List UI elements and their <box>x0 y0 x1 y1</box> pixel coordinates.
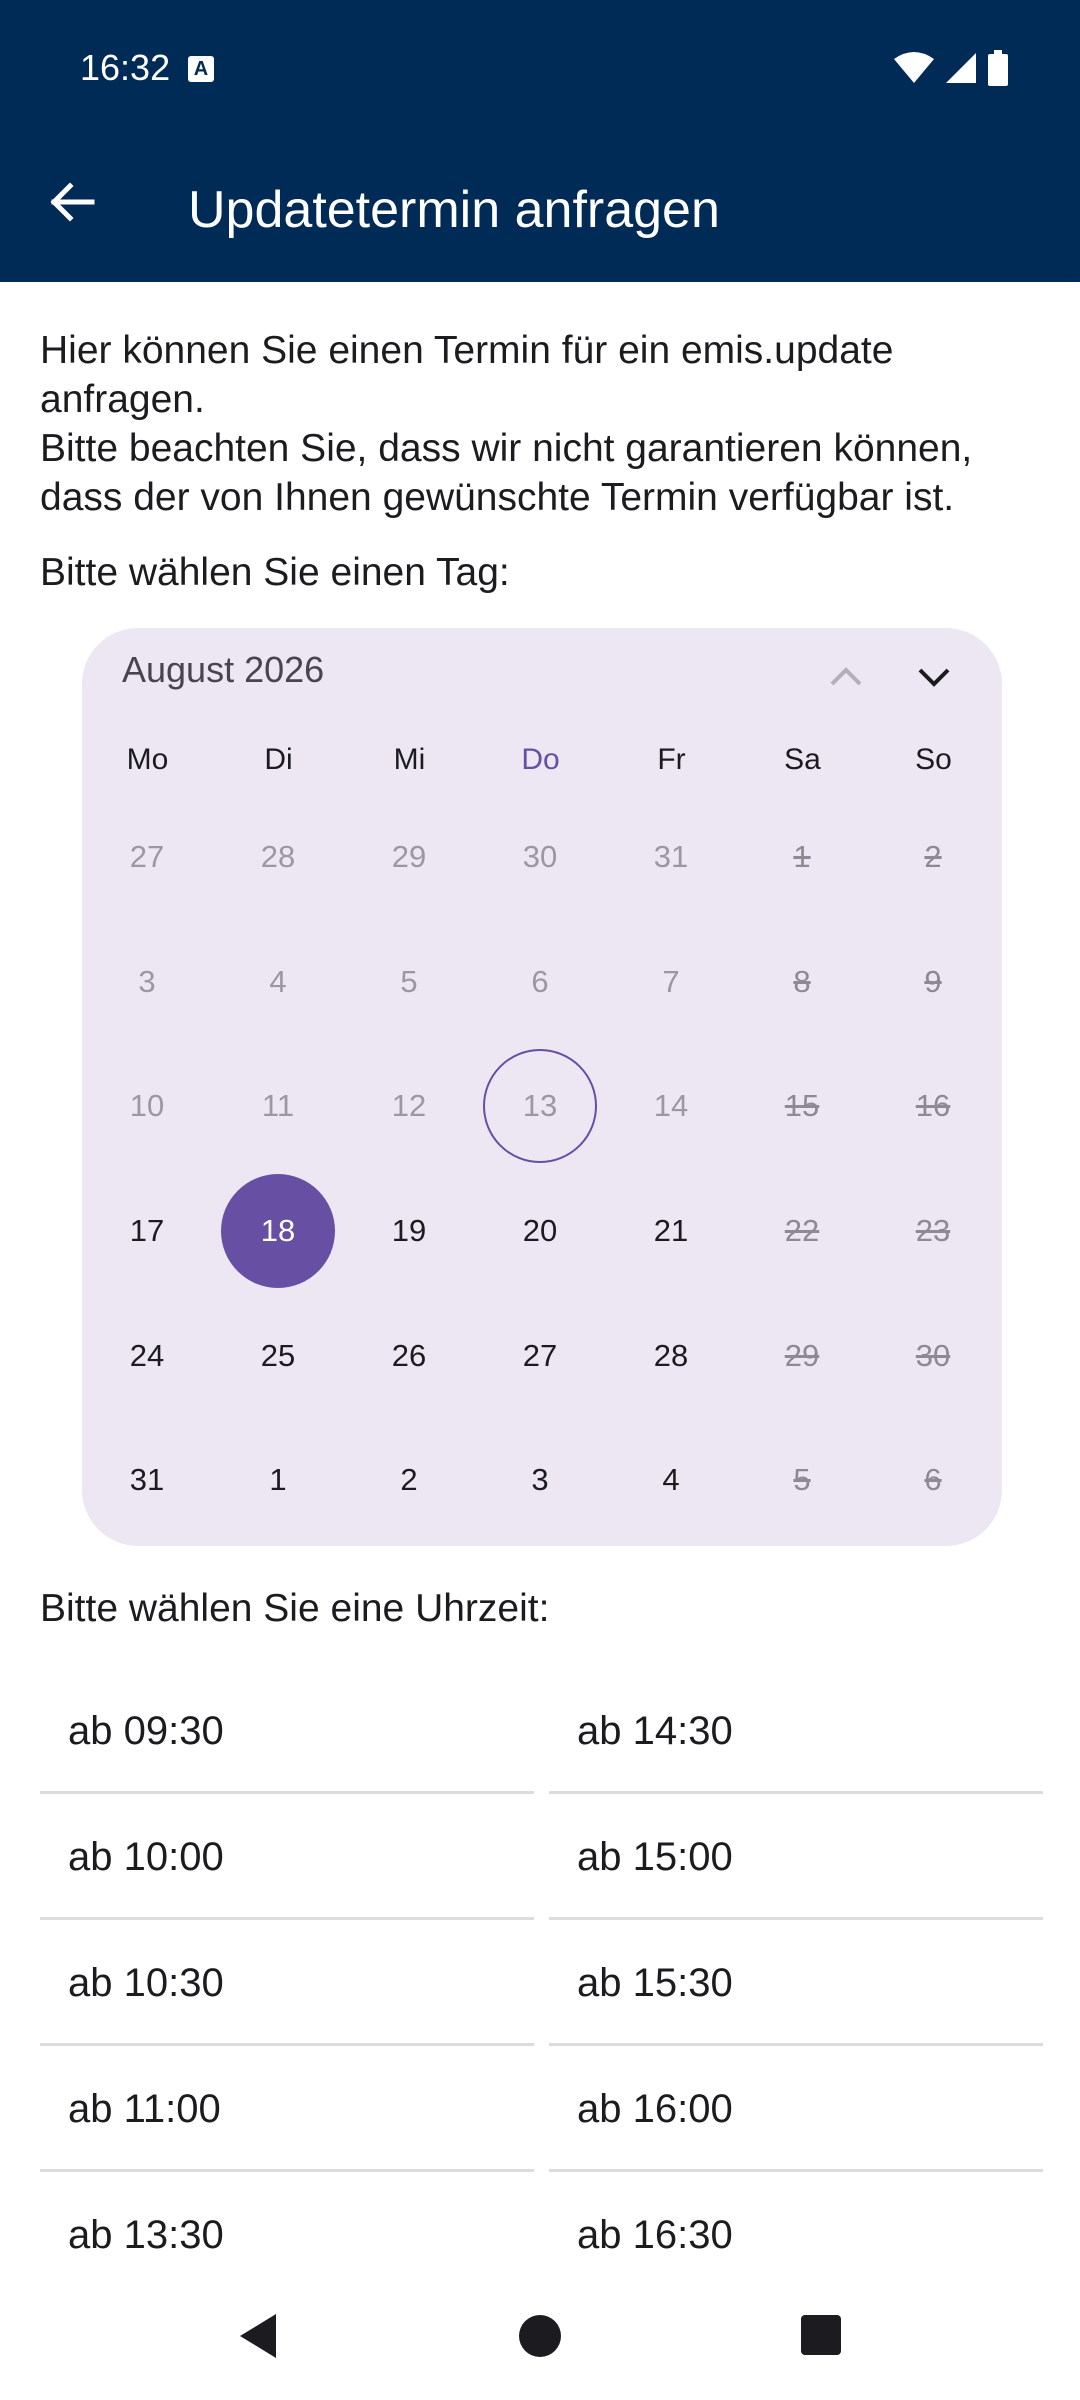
date-picker-calendar: August 2026 Mo Di Mi Do Fr Sa So 27 28 29 30 31 1 2 3 4… <box>82 628 1002 1546</box>
calendar-day[interactable]: 26 <box>352 1299 466 1413</box>
calendar-day: 1 <box>793 839 811 874</box>
calendar-day[interactable]: 24 <box>90 1299 204 1413</box>
calendar-day: 5 <box>793 1462 811 1497</box>
calendar-day: 12 <box>391 1088 427 1123</box>
weekday-label: Sa <box>784 743 821 776</box>
calendar-day: 23 <box>915 1213 951 1248</box>
time-slot-option[interactable]: ab 14:30 <box>549 1668 1043 1794</box>
calendar-day[interactable]: 4 <box>614 1423 728 1537</box>
calendar-day: 30 <box>522 839 558 874</box>
month-label: August 2026 <box>122 649 325 690</box>
time-slot-option[interactable]: ab 16:00 <box>549 2046 1043 2172</box>
calendar-day: 29 <box>784 1338 820 1373</box>
time-slot-option[interactable]: ab 11:00 <box>40 2046 534 2172</box>
calendar-day-selected[interactable]: 18 <box>221 1174 335 1288</box>
nav-home-icon[interactable] <box>518 2314 562 2358</box>
calendar-day: 3 <box>138 964 156 999</box>
weekday-label: Do <box>521 743 560 776</box>
battery-icon <box>988 50 1008 86</box>
calendar-day: 7 <box>662 964 680 999</box>
time-prompt: Bitte wählen Sie eine Uhrzeit: <box>40 1587 550 1630</box>
system-nav-bar <box>0 2276 1080 2400</box>
time-slot-option[interactable]: ab 15:00 <box>549 1794 1043 1920</box>
chevron-down-icon[interactable] <box>906 648 962 704</box>
calendar-day: 22 <box>784 1213 820 1248</box>
calendar-day: 29 <box>391 839 427 874</box>
calendar-day: 9 <box>924 964 942 999</box>
calendar-day[interactable]: 2 <box>352 1423 466 1537</box>
calendar-day[interactable]: 31 <box>90 1423 204 1537</box>
nav-recents-icon[interactable] <box>800 2314 842 2356</box>
time-slot-option[interactable]: ab 09:30 <box>40 1668 534 1794</box>
weekday-label: Mo <box>126 743 169 776</box>
calendar-day: 15 <box>784 1088 820 1123</box>
status-time: 16:32 <box>80 47 171 88</box>
back-arrow-icon[interactable] <box>44 174 100 230</box>
calendar-day[interactable]: 17 <box>90 1174 204 1288</box>
calendar-day: 14 <box>653 1088 689 1123</box>
calendar-day: 16 <box>915 1088 951 1123</box>
calendar-day[interactable]: 28 <box>614 1299 728 1413</box>
time-slot-option[interactable]: ab 10:00 <box>40 1794 534 1920</box>
calendar-day: 8 <box>793 964 811 999</box>
calendar-day[interactable]: 19 <box>352 1174 466 1288</box>
page-title: Updatetermin anfragen <box>188 181 720 239</box>
calendar-day[interactable]: 1 <box>221 1423 335 1537</box>
status-icons <box>894 50 1008 86</box>
calendar-day[interactable]: 21 <box>614 1174 728 1288</box>
calendar-day: 10 <box>129 1088 165 1123</box>
calendar-day: 6 <box>924 1462 942 1497</box>
wifi-icon <box>894 52 934 83</box>
weekday-label: Di <box>264 743 293 776</box>
calendar-day: 2 <box>924 839 942 874</box>
weekday-label: Fr <box>657 743 686 776</box>
calendar-day: 4 <box>269 964 287 999</box>
calendar-day: 5 <box>400 964 418 999</box>
calendar-day[interactable]: 25 <box>221 1299 335 1413</box>
calendar-day: 13 <box>483 1049 597 1163</box>
notification-a-icon: A <box>188 56 214 82</box>
calendar-day: 31 <box>653 839 689 874</box>
intro-text: Hier können Sie einen Termin für ein emi… <box>40 329 973 519</box>
calendar-day: 28 <box>260 839 296 874</box>
nav-back-icon[interactable] <box>236 2312 280 2360</box>
calendar-day: 11 <box>261 1088 295 1123</box>
signal-icon <box>946 53 976 83</box>
calendar-day: 27 <box>129 839 165 874</box>
time-slot-option[interactable]: ab 15:30 <box>549 1920 1043 2046</box>
app-header: 16:32 A Updatetermin anfragen <box>0 0 1080 282</box>
calendar-day[interactable]: 3 <box>483 1423 597 1537</box>
weekday-label: So <box>915 743 952 776</box>
day-prompt: Bitte wählen Sie einen Tag: <box>40 551 510 594</box>
calendar-day[interactable]: 20 <box>483 1174 597 1288</box>
calendar-day: 6 <box>531 964 549 999</box>
calendar-day: 30 <box>915 1338 951 1373</box>
chevron-up-icon[interactable] <box>818 648 874 704</box>
time-slot-option[interactable]: ab 10:30 <box>40 1920 534 2046</box>
weekday-label: Mi <box>393 743 426 776</box>
calendar-day[interactable]: 27 <box>483 1299 597 1413</box>
